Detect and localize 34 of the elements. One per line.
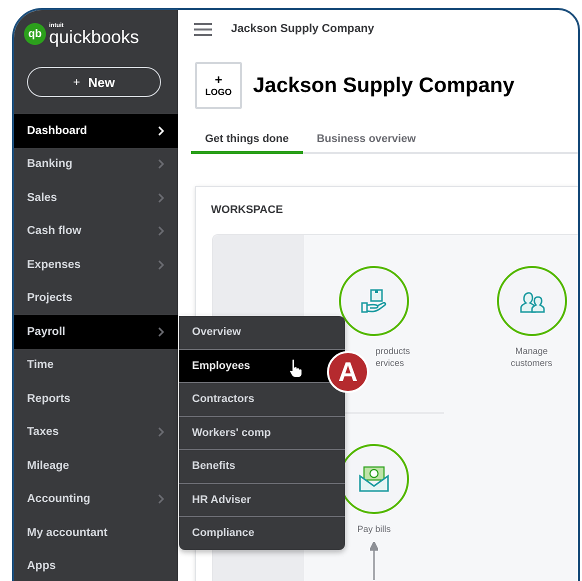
tab[interactable]: Get things done [191,129,303,154]
task-label[interactable]: Manage customers [510,346,552,370]
sidebar-item[interactable]: Projects [14,282,178,315]
sidebar-item[interactable]: Taxes [14,416,178,449]
submenu-item[interactable]: Benefits [179,449,345,482]
submenu-item[interactable]: HR Adviser [179,482,345,516]
task-label[interactable]: products ervices [375,346,410,370]
add-logo-button[interactable]: + LOGO [195,62,242,109]
sidebar-item[interactable]: Mileage [14,449,178,482]
submenu-item[interactable]: Compliance [179,516,345,550]
sidebar-item[interactable]: Cash flow [14,214,178,248]
menu-icon[interactable] [194,22,212,36]
submenu-item[interactable]: Workers' comp [179,416,345,449]
sidebar-item[interactable]: Expenses [14,248,178,282]
sidebar-item[interactable]: Sales [14,181,178,214]
tab[interactable]: Business overview [302,129,430,154]
new-button[interactable]: + New [27,67,161,97]
sidebar-item[interactable]: Accounting [14,482,178,516]
company-name: Jackson Supply Company [231,23,374,35]
company-title: Jackson Supply Company [253,74,514,98]
sidebar-item[interactable]: Banking [14,148,178,181]
logo-mark: qb [24,23,46,45]
flow-arrow [370,542,378,580]
sidebar-item[interactable]: Reports [14,382,178,416]
sidebar-item[interactable]: Dashboard [14,114,178,148]
sidebar-item[interactable]: Apps [14,550,178,581]
sidebar-item[interactable]: Payroll [14,315,178,348]
submenu-item[interactable]: Overview [179,316,345,348]
product-name: quickbooks [49,28,140,46]
hand-cursor-icon [289,358,303,378]
task-label[interactable]: Pay bills [357,524,391,536]
section-title: WORKSPACE [210,203,284,216]
sidebar-item[interactable]: Time [14,348,178,382]
sidebar-item[interactable]: My accountant [14,516,178,550]
